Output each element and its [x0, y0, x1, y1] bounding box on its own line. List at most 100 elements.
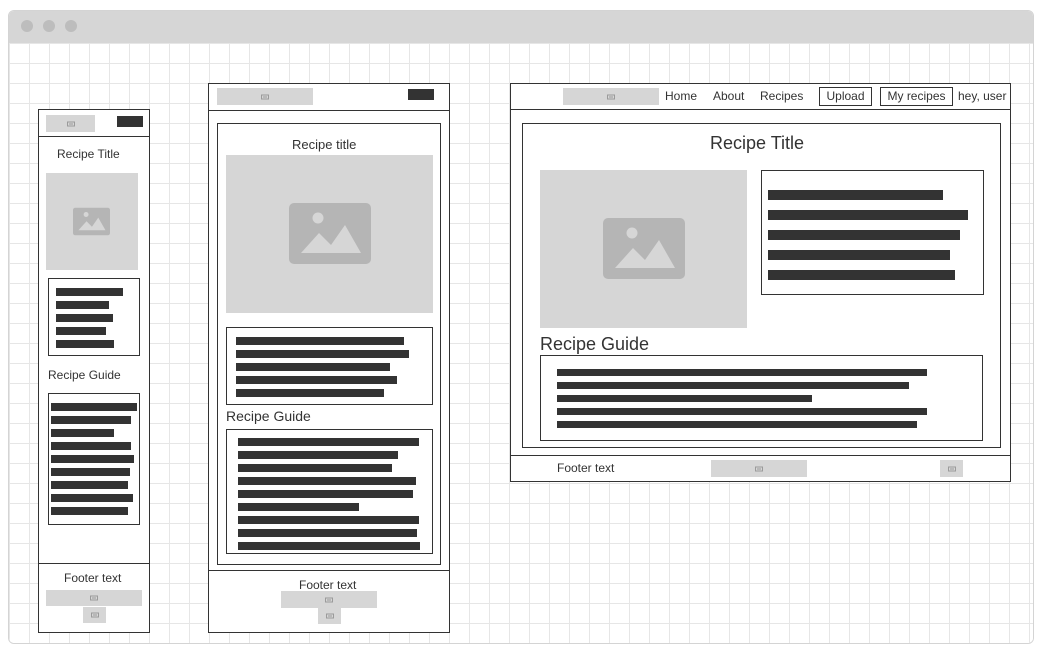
guide-box — [540, 355, 983, 441]
text-line — [51, 429, 114, 437]
window-close-dot[interactable] — [21, 20, 33, 32]
ingredients-box — [48, 278, 140, 356]
placeholder-image-icon — [90, 595, 98, 601]
recipe-title: Recipe title — [292, 137, 357, 152]
text-line — [236, 350, 409, 358]
nav-home[interactable]: Home — [665, 89, 697, 103]
my-recipes-button[interactable]: My recipes — [880, 87, 953, 106]
text-line — [238, 542, 420, 550]
text-line — [56, 340, 114, 348]
guide-box — [48, 393, 140, 525]
nav-about[interactable]: About — [713, 89, 744, 103]
text-line — [557, 395, 812, 402]
text-line — [557, 408, 927, 415]
text-line — [238, 477, 416, 485]
footer-placeholder[interactable] — [711, 460, 807, 477]
header-divider — [511, 109, 1010, 110]
footer-icon-placeholder[interactable] — [318, 608, 341, 624]
placeholder-image-icon — [90, 612, 99, 618]
text-line — [768, 250, 950, 260]
footer-icon-placeholder[interactable] — [940, 460, 963, 477]
menu-button[interactable] — [408, 89, 434, 100]
text-line — [51, 442, 131, 450]
text-line — [557, 369, 927, 376]
footer-text: Footer text — [557, 461, 615, 475]
header-divider — [39, 136, 149, 137]
ingredients-box — [761, 170, 984, 295]
desktop-wireframe: Home About Recipes Upload My recipes hey… — [510, 83, 1011, 482]
text-line — [238, 451, 398, 459]
recipe-title: Recipe Title — [710, 133, 805, 153]
text-line — [768, 210, 968, 220]
window-minimize-dot[interactable] — [43, 20, 55, 32]
placeholder-image-icon — [66, 121, 75, 126]
text-line — [51, 481, 128, 489]
logo-placeholder[interactable] — [563, 88, 659, 105]
window-maximize-dot[interactable] — [65, 20, 77, 32]
recipe-image — [226, 155, 433, 313]
text-line — [51, 507, 128, 515]
footer-divider — [511, 455, 1010, 456]
placeholder-image-icon — [607, 94, 615, 99]
image-icon — [603, 218, 685, 279]
footer-text: Footer text — [299, 578, 357, 592]
placeholder-image-icon — [325, 597, 333, 602]
text-line — [768, 270, 955, 280]
recipe-image — [46, 173, 138, 270]
text-line — [768, 230, 960, 240]
text-line — [51, 403, 137, 411]
text-line — [236, 389, 384, 397]
upload-button[interactable]: Upload — [819, 87, 872, 106]
footer-divider — [209, 570, 449, 571]
text-line — [238, 529, 417, 537]
text-line — [236, 363, 390, 371]
window-titlebar — [9, 11, 1033, 43]
text-line — [51, 494, 133, 502]
recipe-card: Recipe title Recipe Guide — [217, 123, 441, 565]
placeholder-image-icon — [755, 466, 763, 471]
recipe-card: Recipe Title Recipe Guide — [522, 123, 1001, 448]
text-line — [56, 288, 123, 296]
nav-recipes[interactable]: Recipes — [760, 89, 803, 103]
recipe-guide-heading: Recipe Guide — [540, 334, 650, 354]
placeholder-image-icon — [261, 94, 269, 99]
recipe-image — [540, 170, 747, 328]
footer-divider — [39, 563, 149, 564]
footer-placeholder[interactable] — [46, 590, 142, 606]
placeholder-image-icon — [947, 466, 956, 471]
recipe-guide-heading: Recipe Guide — [48, 368, 121, 382]
text-line — [238, 438, 419, 446]
mobile-wireframe: Recipe Title Recipe Guide Footer text — [38, 109, 150, 633]
tablet-wireframe: Recipe title Recipe Guide Footer text — [208, 83, 450, 633]
header-divider — [209, 110, 449, 111]
image-icon — [73, 207, 110, 236]
logo-placeholder[interactable] — [217, 88, 313, 105]
text-line — [557, 382, 909, 389]
text-line — [557, 421, 917, 428]
text-line — [238, 490, 413, 498]
text-line — [768, 190, 943, 200]
text-line — [238, 516, 419, 524]
footer-icon-placeholder[interactable] — [83, 607, 106, 623]
logo-placeholder[interactable] — [46, 115, 95, 132]
recipe-guide-heading: Recipe Guide — [226, 408, 311, 424]
text-line — [56, 301, 109, 309]
guide-box — [226, 429, 433, 554]
text-line — [238, 503, 359, 511]
text-line — [56, 327, 106, 335]
text-line — [56, 314, 113, 322]
placeholder-image-icon — [325, 613, 334, 619]
user-greeting[interactable]: hey, user — [958, 89, 1006, 103]
text-line — [51, 416, 131, 424]
menu-button[interactable] — [117, 116, 143, 127]
footer-placeholder[interactable] — [281, 591, 377, 608]
footer-text: Footer text — [64, 571, 122, 585]
text-line — [236, 337, 404, 345]
text-line — [236, 376, 397, 384]
ingredients-box — [226, 327, 433, 405]
text-line — [238, 464, 392, 472]
image-icon — [289, 203, 371, 264]
text-line — [51, 455, 134, 463]
text-line — [51, 468, 130, 476]
recipe-title: Recipe Title — [57, 147, 120, 161]
